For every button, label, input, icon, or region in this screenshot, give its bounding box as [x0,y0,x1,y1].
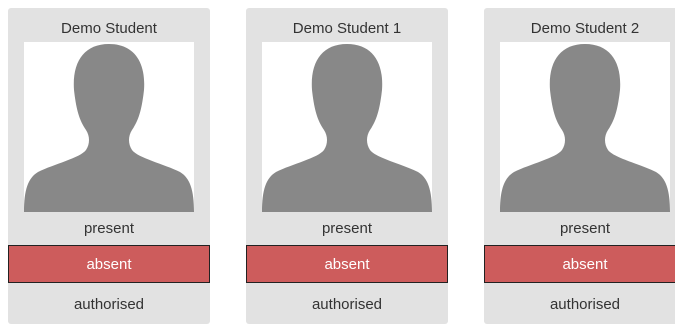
student-photo [262,42,432,212]
person-silhouette-icon [262,44,432,212]
student-card: Demo Student 1 present absent authorised [246,8,448,324]
status-authorised-button[interactable]: authorised [8,288,210,322]
student-card: Demo Student present absent authorised [8,8,210,324]
student-name: Demo Student 2 [530,20,640,37]
person-silhouette-icon [500,44,670,212]
status-present-button[interactable]: present [8,211,210,247]
person-silhouette-icon [24,44,194,212]
student-name: Demo Student 1 [292,20,402,37]
student-card: Demo Student 2 present absent authorised [484,8,675,324]
status-absent-button[interactable]: absent [484,245,675,283]
status-present-button[interactable]: present [246,211,448,247]
student-name: Demo Student [61,20,157,37]
status-authorised-button[interactable]: authorised [246,288,448,322]
student-photo [500,42,670,212]
status-absent-button[interactable]: absent [246,245,448,283]
student-photo [24,42,194,212]
status-absent-button[interactable]: absent [8,245,210,283]
status-present-button[interactable]: present [484,211,675,247]
status-authorised-button[interactable]: authorised [484,288,675,322]
